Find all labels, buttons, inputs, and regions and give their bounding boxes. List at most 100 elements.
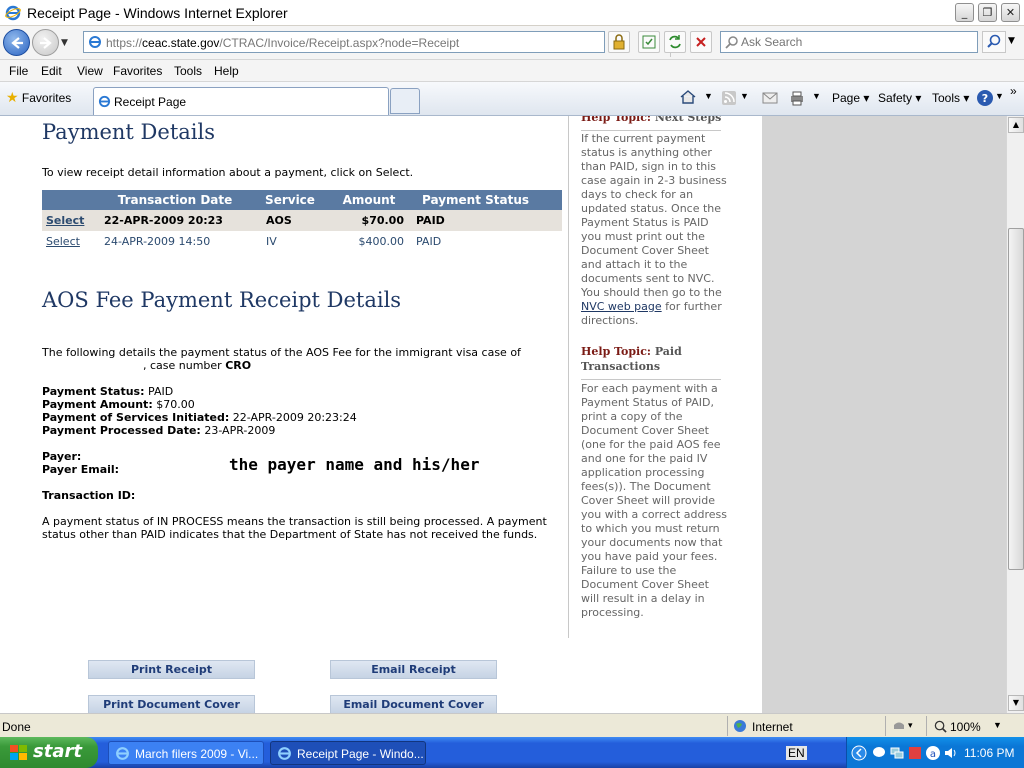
menu-tools[interactable]: Tools	[174, 64, 202, 78]
scroll-up-button[interactable]: ▲	[1008, 117, 1024, 133]
home-icon[interactable]	[679, 88, 697, 106]
close-window-button[interactable]: ✕	[1001, 3, 1020, 22]
tab-page-icon	[98, 95, 111, 108]
payment-intro: To view receipt detail information about…	[42, 166, 414, 179]
new-tab-button[interactable]	[390, 88, 420, 114]
feeds-icon[interactable]	[721, 90, 737, 106]
mail-icon[interactable]	[762, 91, 778, 105]
window-title: Receipt Page - Windows Internet Explorer	[27, 5, 288, 21]
url-text: https://ceac.state.gov/CTRAC/Invoice/Rec…	[106, 36, 460, 50]
help-next-steps-text: If the current payment status is anythin…	[581, 132, 727, 327]
back-button[interactable]	[3, 29, 30, 56]
menu-file[interactable]: File	[9, 64, 28, 78]
page-viewport: Payment Details To view receipt detail i…	[0, 116, 1006, 713]
menu-edit[interactable]: Edit	[41, 64, 62, 78]
lock-icon[interactable]	[608, 31, 630, 53]
processed-date-line: Payment Processed Date: 23-APR-2009	[42, 424, 276, 437]
security-tray-icon[interactable]	[907, 745, 923, 761]
payer-email-label: Payer Email:	[42, 463, 120, 476]
tools-menu[interactable]: Tools ▾	[932, 91, 969, 105]
zoom-icon[interactable]	[934, 720, 947, 733]
select-link[interactable]: Select	[46, 235, 80, 248]
search-box[interactable]	[720, 31, 978, 53]
help-dropdown[interactable]: ▼	[995, 91, 1004, 101]
zoom-dropdown[interactable]: ▼	[993, 720, 1002, 730]
scroll-thumb[interactable]	[1008, 228, 1024, 570]
restore-button[interactable]: ❐	[978, 3, 997, 22]
receipt-details-heading: AOS Fee Payment Receipt Details	[42, 288, 402, 312]
page-icon	[89, 36, 101, 48]
table-header-row: Transaction Date Service Amount Payment …	[42, 190, 562, 210]
payment-details-heading: Payment Details	[42, 120, 215, 144]
services-initiated-line: Payment of Services Initiated: 22-APR-20…	[42, 411, 357, 424]
cell-status: PAID	[408, 210, 562, 231]
search-input[interactable]	[741, 34, 971, 50]
favorites-bar: ★ Favorites Receipt Page ▼ ▼ ▼ Page ▾ Sa…	[0, 82, 1024, 116]
case-number: CRO	[225, 359, 252, 372]
select-link[interactable]: Select	[46, 214, 84, 227]
tray-chevron-icon[interactable]	[851, 745, 867, 761]
print-cover-sheet-button[interactable]: Print Document Cover Sheet	[88, 695, 255, 713]
print-receipt-button[interactable]: Print Receipt	[88, 660, 255, 679]
feeds-dropdown[interactable]: ▼	[740, 91, 749, 101]
favorites-button[interactable]: ★ Favorites	[6, 89, 71, 106]
help-icon[interactable]: ?	[976, 89, 994, 107]
email-receipt-button[interactable]: Email Receipt	[330, 660, 497, 679]
table-row: Select 24-APR-2009 14:50 IV $400.00 PAID	[42, 231, 562, 252]
volume-icon[interactable]	[943, 745, 959, 761]
search-button[interactable]	[982, 31, 1006, 53]
tab-title: Receipt Page	[114, 95, 187, 109]
search-options-dropdown[interactable]: ▼	[1008, 36, 1015, 46]
chevron-more-icon[interactable]: »	[1010, 84, 1017, 98]
zoom-level[interactable]: 100%	[950, 720, 981, 734]
menu-favorites[interactable]: Favorites	[113, 64, 162, 78]
taskbar-item-receipt-page[interactable]: Receipt Page - Windo...	[270, 741, 426, 765]
recent-pages-dropdown[interactable]: ▼	[61, 38, 68, 48]
svg-text:?: ?	[982, 92, 988, 105]
star-icon: ★	[6, 89, 19, 105]
email-cover-sheet-button[interactable]: Email Document Cover Sheet	[330, 695, 497, 713]
compatibility-icon[interactable]	[638, 31, 660, 53]
refresh-icon[interactable]	[664, 31, 686, 53]
network-icon[interactable]	[889, 745, 905, 761]
status-note: A payment status of IN PROCESS means the…	[42, 515, 547, 541]
col-amount: Amount	[330, 190, 408, 210]
search-icon	[725, 36, 738, 49]
scroll-down-button[interactable]: ▼	[1008, 695, 1024, 711]
internet-explorer-icon	[5, 5, 21, 21]
address-bar[interactable]: https://ceac.state.gov/CTRAC/Invoice/Rec…	[83, 31, 683, 57]
minimize-button[interactable]: _	[955, 3, 974, 22]
messenger-icon[interactable]	[871, 745, 887, 761]
forward-button[interactable]	[32, 29, 59, 56]
print-icon[interactable]	[788, 89, 806, 107]
col-service: Service	[250, 190, 330, 210]
taskbar-clock: 11:06 PM	[964, 746, 1015, 760]
vertical-scrollbar[interactable]: ▲ ▼	[1006, 116, 1024, 713]
language-indicator[interactable]: EN	[786, 746, 807, 760]
help-paid-text: For each payment with a Payment Status o…	[581, 382, 728, 619]
payment-status-line: Payment Status: PAID	[42, 385, 174, 398]
taskbar-item-march-filers[interactable]: March filers 2009 - Vi...	[108, 741, 264, 765]
protected-mode-dropdown[interactable]: ▾	[908, 720, 913, 731]
ie-task-icon	[116, 747, 129, 760]
safety-menu[interactable]: Safety ▾	[878, 91, 921, 105]
status-bar: Done Internet ▾ 100% ▼	[0, 713, 1024, 737]
ie-task-icon	[278, 747, 291, 760]
stop-icon[interactable]	[690, 31, 712, 53]
nvc-web-page-link[interactable]: NVC web page	[581, 300, 662, 313]
menu-help[interactable]: Help	[214, 64, 239, 78]
menu-bar: File Edit View Favorites Tools Help	[0, 60, 1024, 82]
protected-mode-icon[interactable]	[892, 720, 906, 734]
antivirus-icon[interactable]: a	[925, 745, 941, 761]
windows-logo-icon	[10, 745, 27, 760]
col-payment-status: Payment Status	[408, 190, 562, 210]
security-zone: Internet	[752, 720, 793, 734]
home-dropdown[interactable]: ▼	[704, 91, 713, 101]
start-button[interactable]: start	[0, 737, 98, 768]
print-dropdown[interactable]: ▼	[812, 91, 821, 101]
help-topic-paid-heading: Help Topic: Paid Transactions	[581, 345, 682, 373]
page-menu[interactable]: Page ▾	[832, 91, 869, 105]
receipt-intro: The following details the payment status…	[42, 346, 521, 359]
menu-view[interactable]: View	[77, 64, 103, 78]
tab-receipt-page[interactable]: Receipt Page	[93, 87, 389, 115]
